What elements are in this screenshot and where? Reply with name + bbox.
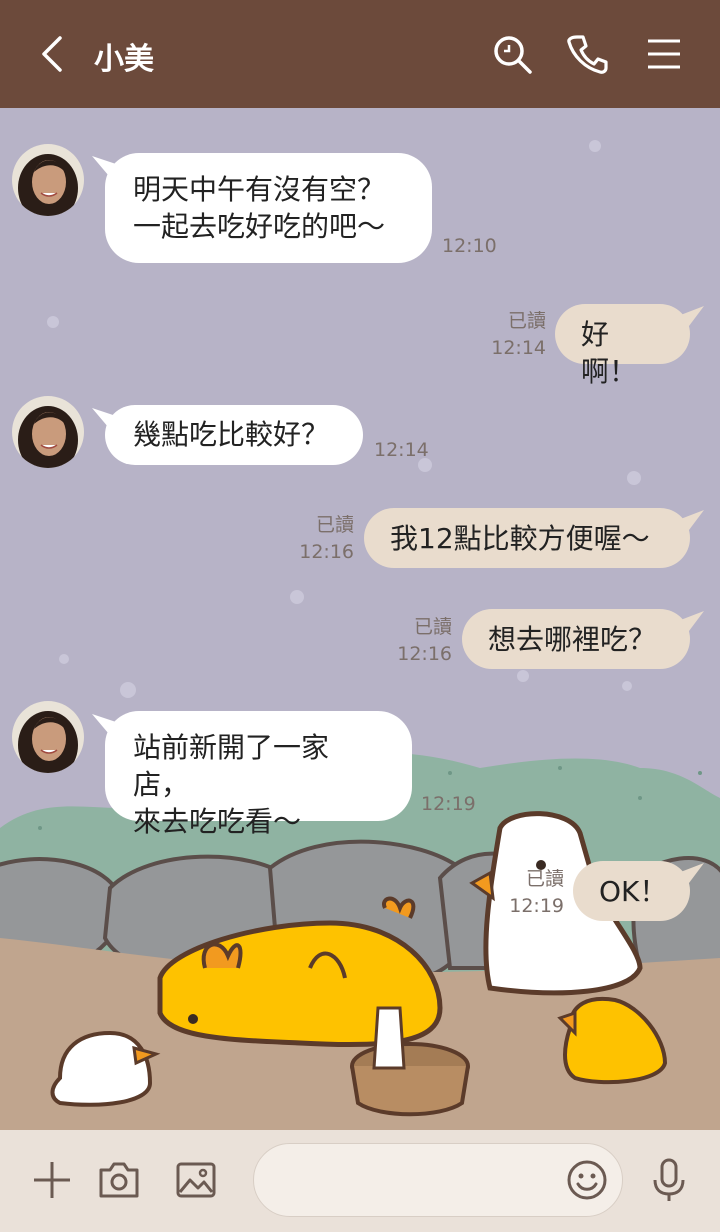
message-text: 明天中午有沒有空？ [133, 173, 386, 206]
read-receipt: 已讀 12:19 [508, 866, 564, 920]
message-text: OK！ [599, 875, 668, 908]
bubble-tail [678, 306, 704, 330]
message-time: 12:19 [509, 895, 564, 917]
message-bubble[interactable]: 好啊！ [555, 304, 690, 388]
avatar-photo [12, 701, 84, 773]
message-time: 12:16 [299, 541, 354, 563]
bubble-tail [678, 863, 704, 887]
chat-header: 小美 [0, 0, 720, 108]
message-time: 12:14 [491, 337, 546, 359]
read-receipt: 已讀 12:16 [396, 614, 452, 668]
message-text: 站前新開了一家店， [133, 731, 330, 801]
camera-icon[interactable] [95, 1156, 143, 1204]
menu-icon[interactable] [640, 30, 688, 78]
message-bubble[interactable]: 明天中午有沒有空？ 一起去吃好吃的吧～ [105, 153, 432, 263]
read-receipt: 已讀 12:14 [490, 308, 546, 362]
message-bubble[interactable]: 幾點吃比較好？ [105, 405, 363, 465]
image-icon[interactable] [172, 1156, 220, 1204]
read-receipt: 已讀 12:16 [298, 512, 354, 566]
read-status: 已讀 [525, 868, 564, 890]
avatar-photo [12, 396, 84, 468]
message-text: 一起去吃好吃的吧～ [133, 210, 386, 243]
message-time: 12:19 [421, 793, 476, 815]
search-icon[interactable] [488, 30, 536, 78]
emoji-icon[interactable] [563, 1156, 611, 1204]
chat-area[interactable]: 明天中午有沒有空？ 一起去吃好吃的吧～ 12:10 已讀 12:14 好啊！ 幾… [0, 108, 720, 1130]
message-bubble[interactable]: 想去哪裡吃？ [462, 609, 690, 669]
message-text: 好啊！ [581, 318, 638, 388]
message-bubble[interactable]: OK！ [573, 861, 690, 921]
bubble-tail [678, 510, 704, 534]
message-bubble[interactable]: 我12點比較方便喔～ [364, 508, 690, 568]
contact-avatar[interactable] [12, 396, 84, 468]
message-time: 12:16 [397, 643, 452, 665]
message-text: 來去吃吃看～ [133, 805, 302, 838]
bubble-tail [678, 611, 704, 635]
plus-icon[interactable] [28, 1156, 76, 1204]
avatar-photo [12, 144, 84, 216]
back-icon[interactable] [30, 30, 78, 78]
message-bubble[interactable]: 站前新開了一家店， 來去吃吃看～ [105, 711, 412, 838]
message-time: 12:14 [374, 439, 429, 461]
contact-avatar[interactable] [12, 144, 84, 216]
message-text: 我12點比較方便喔～ [390, 522, 650, 555]
phone-icon[interactable] [563, 30, 611, 78]
contact-avatar[interactable] [12, 701, 84, 773]
read-status: 已讀 [315, 514, 354, 536]
message-time: 12:10 [442, 235, 497, 257]
microphone-icon[interactable] [645, 1156, 693, 1204]
message-input[interactable] [278, 1162, 562, 1200]
message-text: 幾點吃比較好？ [133, 418, 330, 451]
message-text: 想去哪裡吃？ [488, 623, 657, 656]
chat-title: 小美 [94, 42, 154, 77]
read-status: 已讀 [413, 616, 452, 638]
read-status: 已讀 [507, 310, 546, 332]
